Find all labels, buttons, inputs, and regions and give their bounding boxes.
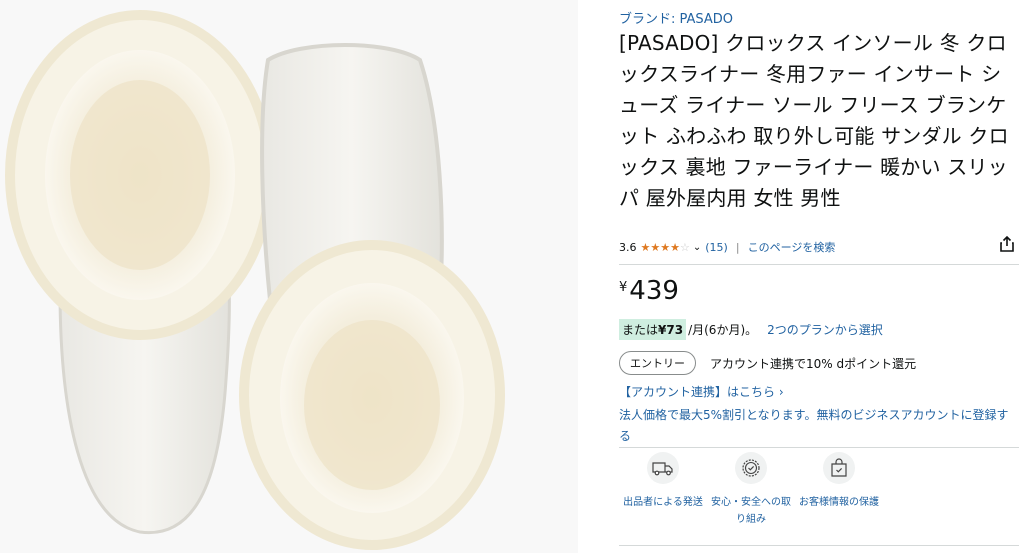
feature-item[interactable]: 安心・安全への取り組み — [707, 452, 795, 528]
feature-label: 出品者による発送 — [623, 497, 703, 508]
search-page-link[interactable]: このページを検索 — [748, 239, 836, 255]
share-icon[interactable] — [997, 234, 1017, 254]
product-title: [PASADO] クロックス インソール 冬 クロックスライナー 冬用ファー イ… — [619, 31, 1009, 210]
installment-term: /月(6か月)。 — [688, 323, 758, 337]
price-amount: 439 — [629, 276, 679, 306]
divider — [619, 264, 1019, 265]
truck-icon — [647, 452, 679, 484]
star-icon: ★ — [660, 240, 671, 254]
rating-row: 3.6 ★ ★ ★ ★ ☆ ⌄ (15) | このページを検索 — [619, 235, 1019, 256]
chevron-down-icon[interactable]: ⌄ — [693, 242, 701, 253]
feature-label: 安心・安全への取り組み — [711, 497, 791, 525]
rating-stars[interactable]: ★ ★ ★ ★ ☆ — [641, 242, 690, 253]
entry-button[interactable]: エントリー — [619, 351, 696, 375]
feature-item[interactable]: 出品者による発送 — [619, 452, 707, 528]
brand-link[interactable]: ブランド: PASADO — [619, 8, 733, 27]
review-count-link[interactable]: (15) — [705, 241, 728, 254]
feature-item[interactable]: お客様情報の保護 — [795, 452, 883, 528]
product-detail: ブランド: PASADO [PASADO] クロックス インソール 冬 クロック… — [619, 0, 1019, 553]
divider — [619, 545, 1019, 546]
points-row: エントリー アカウント連携で10% dポイント還元 — [619, 351, 916, 375]
rating-value: 3.6 — [619, 240, 637, 254]
installment-row: または¥73 /月(6か月)。 2つのプランから選択 — [619, 319, 883, 340]
feature-list: 出品者による発送 安心・安全への取り組み お客様情報の保護 — [619, 452, 889, 528]
empty-star-icon: ☆ — [680, 240, 690, 254]
installment-amount: ¥73 — [658, 323, 684, 337]
star-icon: ★ — [640, 240, 651, 254]
secure-bag-icon — [823, 452, 855, 484]
installment-plans-link[interactable]: 2つのプランから選択 — [767, 321, 883, 338]
points-text: アカウント連携で10% dポイント還元 — [710, 356, 917, 371]
price-currency: ¥ — [619, 280, 628, 295]
account-link[interactable]: 【アカウント連携】はこちら › — [619, 383, 784, 400]
product-image[interactable] — [0, 0, 578, 553]
feature-label: お客様情報の保護 — [799, 497, 879, 508]
price: ¥ 439 — [619, 276, 679, 306]
product-photo — [0, 0, 578, 553]
separator: | — [735, 240, 740, 254]
business-account-link[interactable]: 法人価格で最大5%割引となります。無料のビジネスアカウントに登録する — [619, 405, 1019, 447]
divider — [619, 447, 1019, 448]
shield-check-icon — [735, 452, 767, 484]
installment-prefix: または — [622, 323, 659, 337]
half-star-icon: ★ — [670, 240, 680, 254]
star-icon: ★ — [650, 240, 661, 254]
installment-badge: または¥73 — [619, 319, 687, 340]
